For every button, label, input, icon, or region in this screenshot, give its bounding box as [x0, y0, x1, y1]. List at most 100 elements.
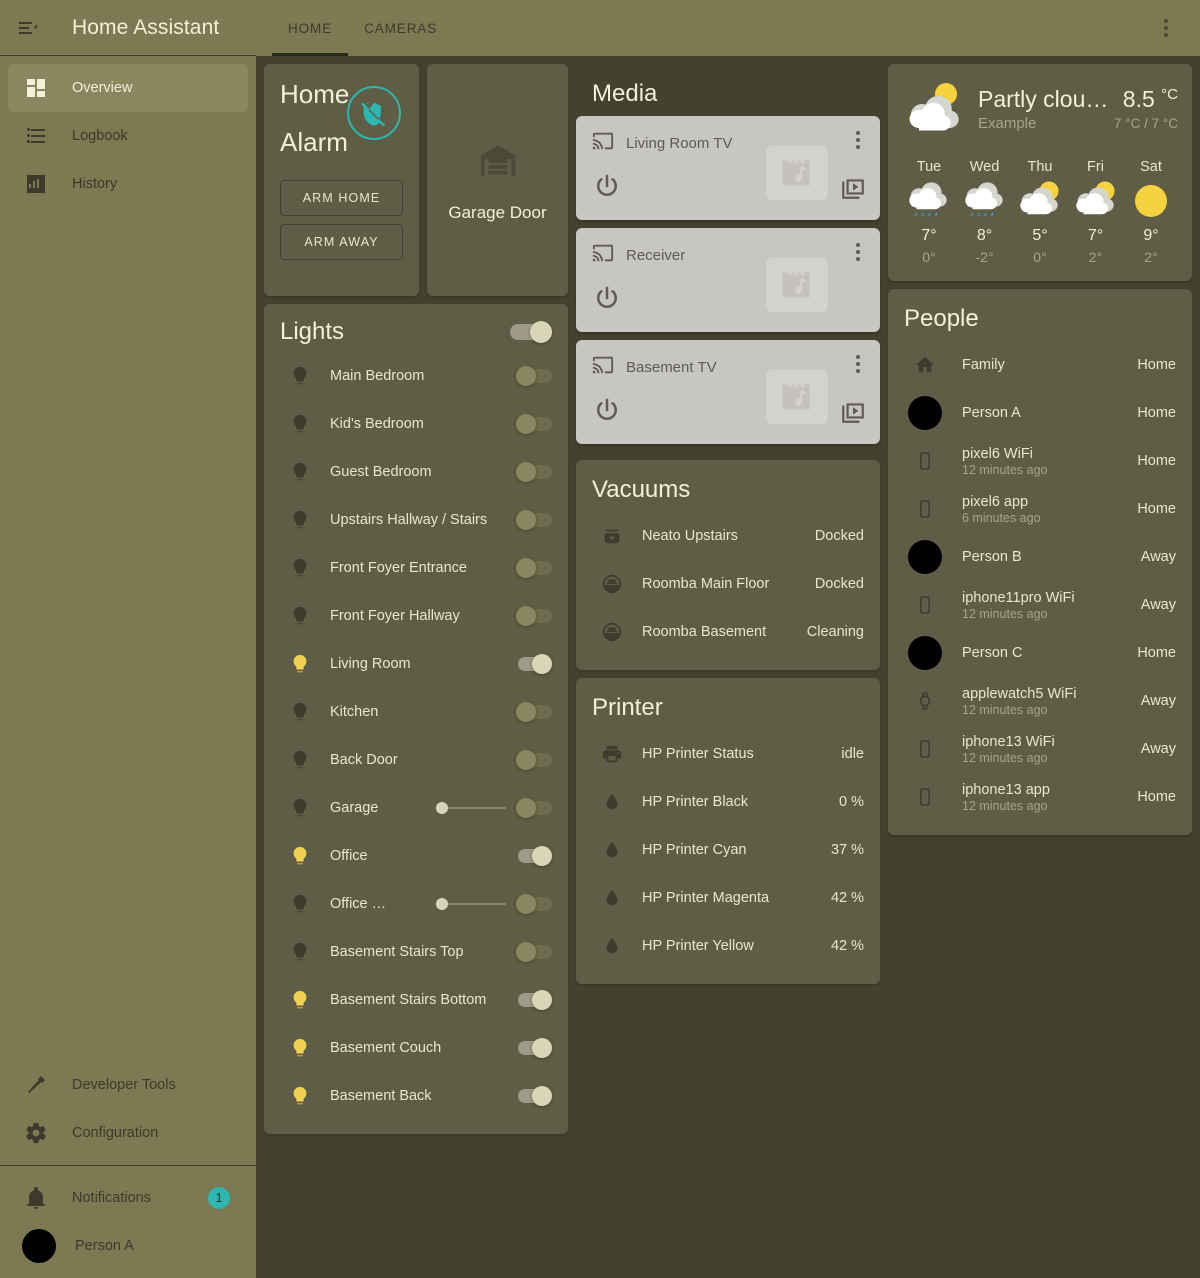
garage-door-card[interactable]: Garage Door [427, 64, 568, 296]
entity-row[interactable]: HP Printer Black 0 % [576, 778, 880, 826]
light-row[interactable]: Kid's Bedroom [264, 400, 568, 448]
person-row[interactable]: Person B Away [888, 533, 1192, 581]
brightness-slider[interactable] [436, 896, 506, 912]
light-row[interactable]: Office [264, 832, 568, 880]
media-player-list: Living Room TV Receiver Basement TV [576, 116, 880, 444]
entity-row[interactable]: Neato Upstairs Docked [576, 512, 880, 560]
light-toggle[interactable] [516, 1038, 552, 1058]
entity-row[interactable]: Roomba Main Floor Docked [576, 560, 880, 608]
arm-home-button[interactable]: ARM HOME [280, 179, 403, 216]
lightbulb-off-icon[interactable] [288, 365, 312, 387]
light-toggle[interactable] [516, 606, 552, 626]
media-player-card[interactable]: Receiver [576, 228, 880, 332]
light-toggle[interactable] [516, 894, 552, 914]
sidebar-item-notifications[interactable]: Notifications 1 [8, 1174, 248, 1222]
light-row[interactable]: Garage [264, 784, 568, 832]
light-row[interactable]: Living Room [264, 640, 568, 688]
person-row[interactable]: iphone13 WiFi 12 minutes ago Away [888, 725, 1192, 773]
entity-row[interactable]: Roomba Basement Cleaning [576, 608, 880, 656]
tab-cameras[interactable]: CAMERAS [348, 0, 453, 56]
sidebar-item-user[interactable]: Person A [8, 1222, 248, 1270]
light-toggle[interactable] [516, 366, 552, 386]
light-toggle[interactable] [516, 798, 552, 818]
lightbulb-off-icon[interactable] [288, 509, 312, 531]
sidebar-item-logbook[interactable]: Logbook [8, 112, 248, 160]
avatar [906, 636, 944, 670]
browse-media-icon[interactable] [840, 175, 866, 206]
light-row[interactable]: Upstairs Hallway / Stairs [264, 496, 568, 544]
light-toggle[interactable] [516, 990, 552, 1010]
sidebar-item-developer-tools[interactable]: Developer Tools [8, 1061, 248, 1109]
light-toggle[interactable] [516, 414, 552, 434]
light-row[interactable]: Kitchen [264, 688, 568, 736]
light-toggle[interactable] [516, 942, 552, 962]
lightbulb-off-icon[interactable] [288, 413, 312, 435]
light-toggle[interactable] [516, 1086, 552, 1106]
lightbulb-off-icon[interactable] [288, 557, 312, 579]
person-row[interactable]: pixel6 WiFi 12 minutes ago Home [888, 437, 1192, 485]
light-row[interactable]: Basement Back [264, 1072, 568, 1120]
lights-master-toggle[interactable] [508, 321, 552, 343]
lightbulb-off-icon[interactable] [288, 797, 312, 819]
light-toggle[interactable] [516, 702, 552, 722]
arm-away-button[interactable]: ARM AWAY [280, 223, 403, 260]
weather-card[interactable]: Partly clou… Example 8.5 °C 7 °C / 7 °C … [888, 64, 1192, 281]
media-player-card[interactable]: Living Room TV [576, 116, 880, 220]
lightbulb-on-icon[interactable] [288, 1037, 312, 1059]
entity-row[interactable]: HP Printer Status idle [576, 730, 880, 778]
light-row[interactable]: Front Foyer Entrance [264, 544, 568, 592]
lightbulb-on-icon[interactable] [288, 1085, 312, 1107]
lightbulb-off-icon[interactable] [288, 701, 312, 723]
sidebar-item-configuration[interactable]: Configuration [8, 1109, 248, 1157]
media-player-menu-icon[interactable] [848, 352, 868, 376]
alarm-panel-card[interactable]: Home Alarm ARM HOME ARM AWAY [264, 64, 419, 296]
person-row[interactable]: Person A Home [888, 389, 1192, 437]
tab-home[interactable]: HOME [272, 0, 349, 56]
light-toggle[interactable] [516, 558, 552, 578]
entity-row[interactable]: HP Printer Yellow 42 % [576, 922, 880, 970]
browse-media-icon[interactable] [840, 399, 866, 430]
lightbulb-off-icon[interactable] [288, 461, 312, 483]
main-area: HOME CAMERAS Home Alarm ARM HOME ARM AWA… [256, 0, 1200, 1278]
sidebar-item-overview[interactable]: Overview [8, 64, 248, 112]
person-row[interactable]: pixel6 app 6 minutes ago Home [888, 485, 1192, 533]
light-row[interactable]: Basement Stairs Top [264, 928, 568, 976]
light-toggle[interactable] [516, 510, 552, 530]
power-button-icon[interactable] [592, 395, 622, 430]
light-toggle[interactable] [516, 846, 552, 866]
entity-row[interactable]: HP Printer Magenta 42 % [576, 874, 880, 922]
media-player-menu-icon[interactable] [848, 128, 868, 152]
person-row[interactable]: Family Home [888, 341, 1192, 389]
lightbulb-on-icon[interactable] [288, 845, 312, 867]
light-row[interactable]: Basement Couch [264, 1024, 568, 1072]
media-player-menu-icon[interactable] [848, 240, 868, 264]
lightbulb-off-icon[interactable] [288, 893, 312, 915]
entity-row[interactable]: HP Printer Cyan 37 % [576, 826, 880, 874]
menu-collapse-icon[interactable] [0, 0, 56, 56]
media-player-card[interactable]: Basement TV [576, 340, 880, 444]
person-row[interactable]: applewatch5 WiFi 12 minutes ago Away [888, 677, 1192, 725]
light-row[interactable]: Basement Stairs Bottom [264, 976, 568, 1024]
light-row[interactable]: Front Foyer Hallway [264, 592, 568, 640]
light-row[interactable]: Back Door [264, 736, 568, 784]
dots-vertical-icon[interactable] [1146, 8, 1186, 48]
light-toggle[interactable] [516, 750, 552, 770]
power-button-icon[interactable] [592, 171, 622, 206]
light-toggle[interactable] [516, 654, 552, 674]
light-row[interactable]: Guest Bedroom [264, 448, 568, 496]
lightbulb-on-icon[interactable] [288, 989, 312, 1011]
sidebar-item-history[interactable]: History [8, 160, 248, 208]
power-button-icon[interactable] [592, 283, 622, 318]
light-row[interactable]: Office … [264, 880, 568, 928]
lightbulb-off-icon[interactable] [288, 605, 312, 627]
person-row[interactable]: Person C Home [888, 629, 1192, 677]
lightbulb-off-icon[interactable] [288, 749, 312, 771]
brightness-slider[interactable] [436, 800, 506, 816]
light-row[interactable]: Main Bedroom [264, 352, 568, 400]
lightbulb-off-icon[interactable] [288, 941, 312, 963]
person-row[interactable]: iphone11pro WiFi 12 minutes ago Away [888, 581, 1192, 629]
shield-off-icon[interactable] [347, 86, 401, 140]
lightbulb-on-icon[interactable] [288, 653, 312, 675]
light-toggle[interactable] [516, 462, 552, 482]
person-row[interactable]: iphone13 app 12 minutes ago Home [888, 773, 1192, 821]
